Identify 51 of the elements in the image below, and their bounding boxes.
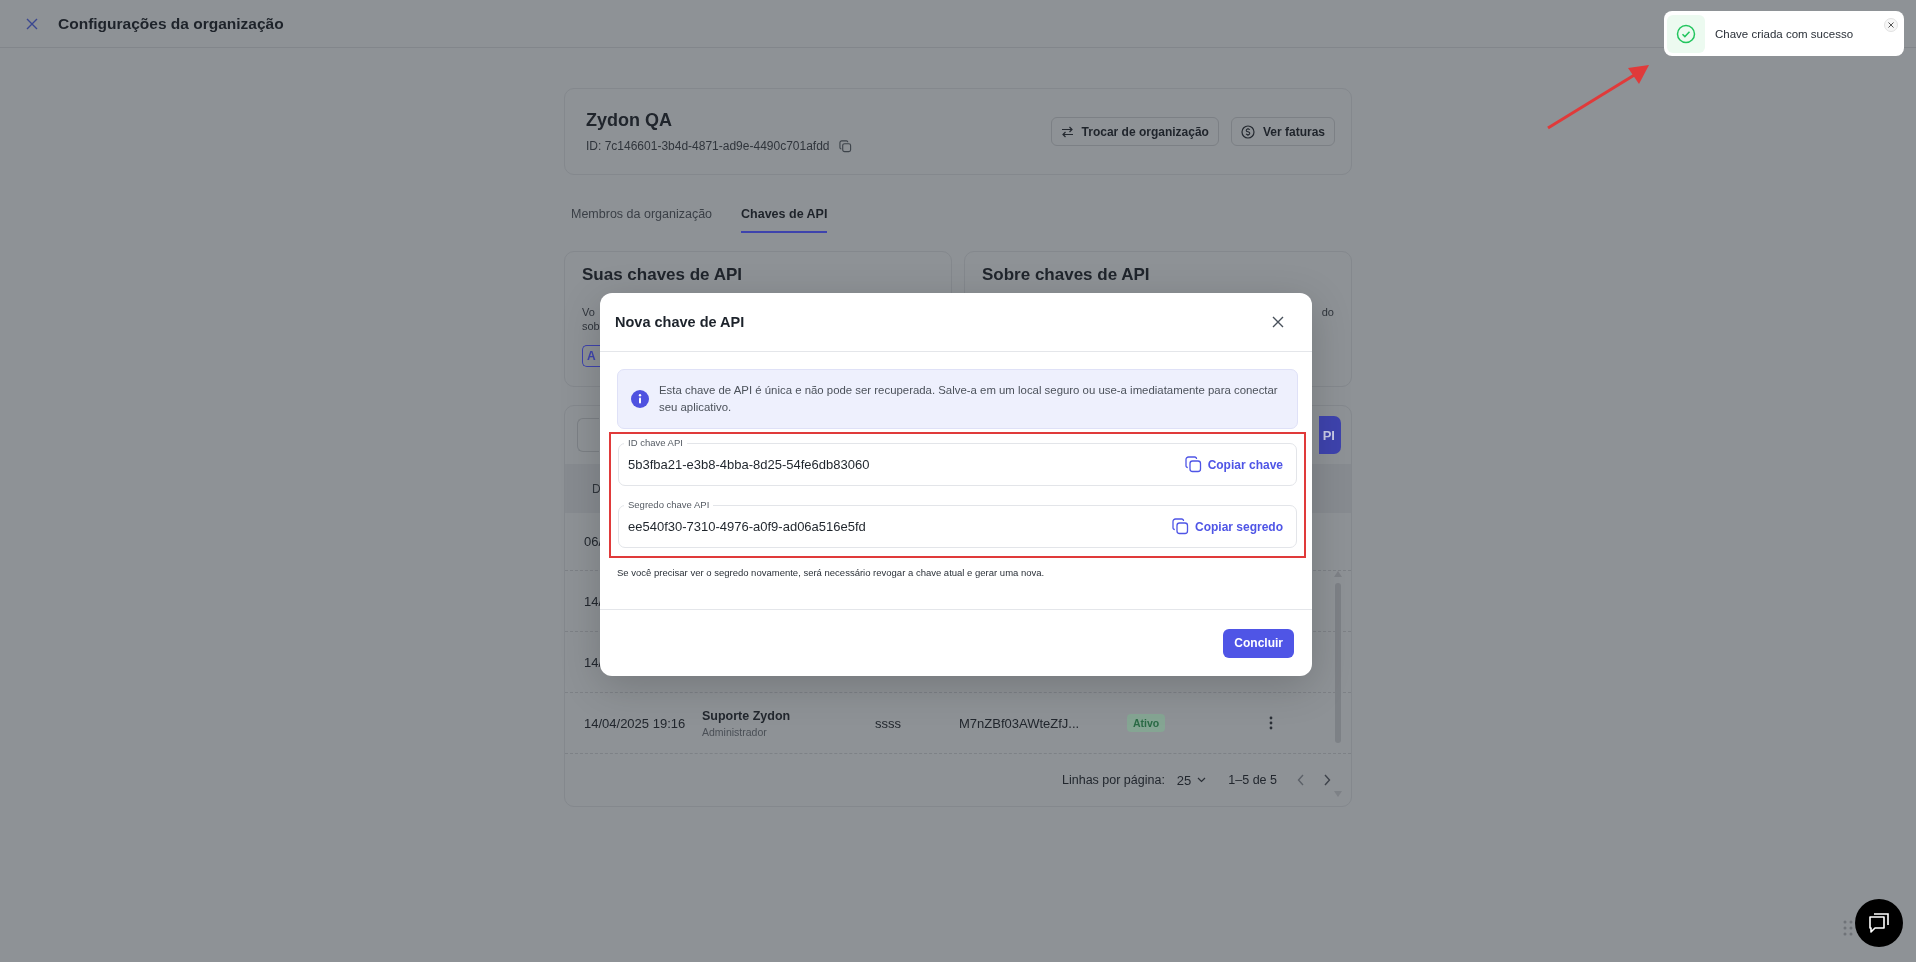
chevron-down-icon: [1197, 777, 1207, 783]
next-page-icon[interactable]: [1323, 774, 1331, 786]
card-text: do: [1321, 305, 1334, 319]
dollar-circle-icon: [1240, 124, 1255, 139]
page-title: Configurações da organização: [58, 14, 284, 33]
card-text: Vo: [582, 305, 595, 319]
card-text: sob: [582, 319, 600, 333]
dialog-note: Se você precisar ver o segredo novamente, será necessário revogar a chave atual e gerar uma nova.: [617, 567, 1046, 578]
toast-message: Chave criada com sucesso: [1715, 27, 1854, 40]
tab[interactable]: Chaves de API: [741, 207, 828, 233]
finish-button[interactable]: Concluir: [1223, 628, 1294, 658]
field-label: Segredo chave API: [624, 499, 714, 511]
organization-name: Zydon QA: [586, 110, 673, 131]
column-header: D: [592, 481, 601, 496]
text-field[interactable]: ID chave API 5b3fba21-e3b8-4bba-8d25-54fe6db83060 Copiar chave: [618, 435, 1297, 486]
card-title: Suas chaves de API: [582, 266, 742, 283]
page-range: 1–5 de 5: [1228, 773, 1277, 787]
info-message: Esta chave de API é única e não pode ser recuperada. Salve-a em um local seguro ou use-a imediatamente para conectar seu aplicativo.: [659, 383, 1279, 415]
field-value: ee540f30-7310-4976-a0f9-ad06a516e5fd: [628, 519, 866, 534]
switch-organization-button[interactable]: Trocar de organização: [1050, 117, 1219, 146]
close-icon[interactable]: [1272, 316, 1284, 328]
previous-page-icon[interactable]: [1297, 774, 1305, 786]
organization-id: ID: 7c146601-3b4d-4871-ad9e-4490c701afdd: [586, 139, 830, 153]
swap-arrows-icon: [1060, 125, 1074, 138]
field-value: 5b3fba21-e3b8-4bba-8d25-54fe6db83060: [628, 457, 870, 472]
copy-icon[interactable]: [838, 139, 852, 153]
table-cell-text: ssss: [875, 715, 902, 731]
dialog-title: Nova chave de API: [615, 314, 745, 330]
field-label: ID chave API: [624, 437, 687, 449]
invoices-button[interactable]: Ver faturas: [1230, 117, 1335, 146]
copy-icon: [1184, 456, 1202, 473]
copy-icon: [1171, 518, 1189, 535]
card-title: Sobre chaves de API: [982, 266, 1150, 283]
table-cell-text: M7nZBf03AWteZfJ...: [959, 715, 1081, 731]
search-field[interactable]: [577, 418, 599, 452]
table-cell-text: 14/04/2025 19:16: [584, 715, 687, 731]
chat-icon: [1867, 912, 1891, 934]
rows-per-page-label: Linhas por página:: [1062, 773, 1165, 787]
user-name: Suporte Zydon: [702, 708, 792, 723]
drag-handle-icon[interactable]: [1843, 920, 1853, 936]
tab[interactable]: Membros da organização: [571, 207, 713, 233]
rows-per-page-select[interactable]: 25: [1176, 772, 1207, 788]
status-badge: Ativo: [1127, 714, 1166, 732]
text-field[interactable]: Segredo chave API ee540f30-7310-4976-a0f9-ad06a516e5fd Copiar segredo: [618, 497, 1297, 548]
copy-button[interactable]: Copiar chave: [1184, 456, 1283, 473]
chat-button[interactable]: [1855, 899, 1903, 947]
info-icon: [631, 390, 649, 408]
more-options-icon[interactable]: [1269, 716, 1273, 730]
user-role: Administrador: [702, 725, 768, 738]
create-button[interactable]: PI: [1318, 416, 1341, 454]
copy-button[interactable]: Copiar segredo: [1171, 518, 1283, 535]
